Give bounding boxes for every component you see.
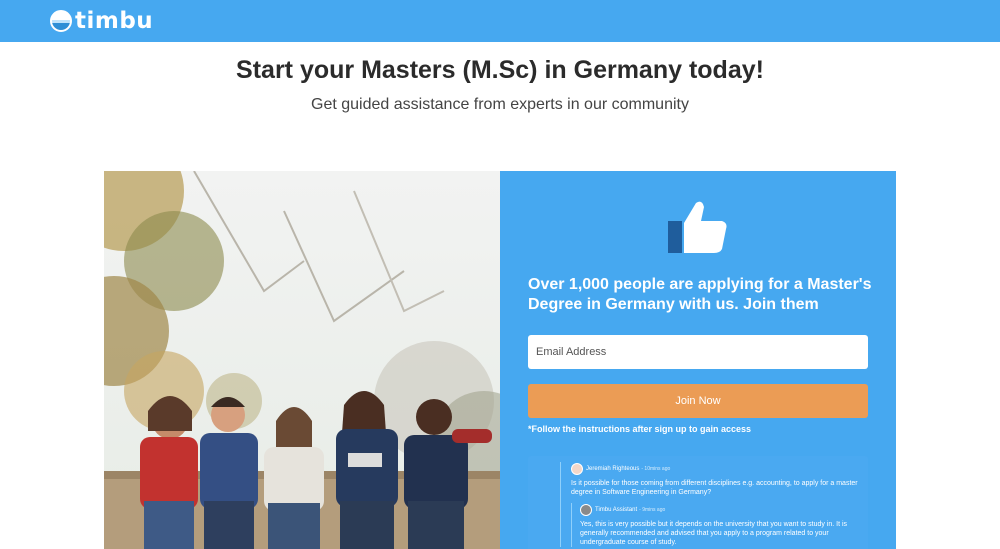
chat-preview: Jeremiah Righteous - 10mins ago Is it po… xyxy=(528,456,868,549)
user-avatar xyxy=(571,463,583,475)
assistant-avatar xyxy=(580,504,592,516)
page-subtitle: Get guided assistance from experts in ou… xyxy=(311,96,689,113)
signup-panel: Over 1,000 people are applying for a Mas… xyxy=(500,171,896,549)
top-navbar: timbu xyxy=(0,0,1000,42)
message-time: - 10mins ago xyxy=(641,466,671,472)
email-field[interactable] xyxy=(528,335,868,369)
brand-name: timbu xyxy=(75,8,154,34)
join-now-button[interactable]: Join Now xyxy=(528,384,868,418)
chat-reply: Timbu Assistant - 9mins ago Yes, this is… xyxy=(571,503,860,547)
brand-logo[interactable]: timbu xyxy=(50,7,153,35)
reply-time: - 9mins ago xyxy=(639,507,666,513)
reply-author: Timbu Assistant xyxy=(595,507,638,513)
chat-thread: Jeremiah Righteous - 10mins ago Is it po… xyxy=(560,462,860,547)
signup-title: Over 1,000 people are applying for a Mas… xyxy=(528,276,872,313)
globe-logo-icon xyxy=(50,10,72,32)
message-author: Jeremiah Righteous xyxy=(586,466,640,472)
thumbs-up-icon xyxy=(668,201,727,253)
signup-note: *Follow the instructions after sign up t… xyxy=(528,424,752,434)
students-photo xyxy=(104,171,500,549)
chat-message: Jeremiah Righteous - 10mins ago Is it po… xyxy=(571,462,860,547)
message-text: Is it possible for those coming from dif… xyxy=(571,480,858,496)
page-title: Start your Masters (M.Sc) in Germany tod… xyxy=(236,56,764,84)
reply-text: Yes, this is very possible but it depend… xyxy=(580,521,848,546)
